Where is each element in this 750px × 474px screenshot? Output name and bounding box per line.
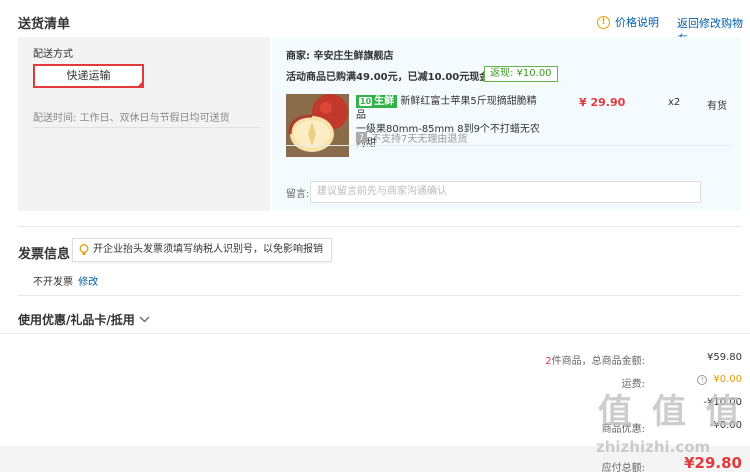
goods-count-label: 2件商品，总商品金额: [520,352,645,367]
shipping-method-label: 配送方式 [33,49,73,60]
product-price: ¥ 29.90 [579,96,626,109]
price-note-label: 价格说明 [615,16,659,29]
product-quantity: x2 [668,97,681,108]
freight-info-icon[interactable]: ! [697,374,708,385]
divider-1 [18,226,741,227]
chevron-down-icon [139,316,150,323]
store-name: 商家: 辛安庄生鲜旗舰店 [286,51,394,62]
fresh-tag-prefix: 10 [359,97,373,106]
goods-count-suffix: 件商品，总商品金额: [551,356,645,367]
store-panel: 商家: 辛安庄生鲜旗舰店 活动商品已购满49.00元，已减10.00元现金 返现… [272,37,741,211]
freight-value: ¥0.00 [713,374,742,385]
selected-corner-icon [136,80,144,88]
product-image[interactable] [286,94,349,157]
payable-value: ¥29.80 [684,454,742,472]
coupon-toggle[interactable]: 使用优惠/礼品卡/抵用 [18,311,150,328]
coupon-title: 使用优惠/礼品卡/抵用 [18,313,135,327]
express-shipping-label: 快递运输 [66,69,111,82]
section-title-invoice: 发票信息 [18,247,71,262]
return-policy-label: 不支持7天无理由退货 [371,134,468,145]
delivery-time: 配送时间: 工作日、双休日与节假日均可送货 [33,109,230,124]
freight-label: 运费: [621,379,645,390]
return-policy: 7 不支持7天无理由退货 [356,130,467,145]
return-policy-icon: 7 [356,132,367,143]
shipping-panel: 配送方式 快递运输 配送时间: 工作日、双休日与节假日均可送货 [18,37,270,211]
promo-text: 活动商品已购满49.00元，已减10.00元现金 [286,72,490,83]
product-divider [286,145,733,146]
section-title-shipping-list: 送货清单 [18,17,71,32]
message-label: 留言: [286,189,310,200]
divider-2 [18,295,741,296]
fresh-tag: 10 生鲜 [356,95,398,108]
invoice-tip-text: 开企业抬头发票须填写纳税人识别号，以免影响报销 [93,244,323,255]
watermark-url: zhizhizhi.com [596,438,711,456]
message-input[interactable]: 建议留言前先与商家沟通确认 [310,181,701,203]
fresh-tag-label: 生鲜 [374,96,395,107]
info-icon: ! [597,15,610,29]
invoice-tip: 开企业抬头发票须填写纳税人识别号，以免影响报销 [72,238,332,262]
invoice-edit-link[interactable]: 修改 [78,277,98,288]
express-shipping-button[interactable]: 快递运输 [33,64,144,88]
stock-status: 有货 [707,101,727,112]
shipping-divider [33,127,261,128]
total-goods-value: ¥59.80 [707,352,742,363]
delivery-time-label: 配送时间: [33,113,77,124]
lightbulb-icon [79,244,89,255]
divider-3 [0,333,750,334]
freight-row: ! ¥0.00 [660,374,742,385]
invoice-status: 不开发票 [33,277,73,288]
rebate-badge: 返现: ¥10.00 [484,66,558,82]
delivery-time-value: 工作日、双休日与节假日均可送货 [79,113,230,124]
price-note-link[interactable]: ! 价格说明 [597,14,659,30]
invoice-status-row: 不开发票 修改 [33,273,98,288]
watermark-logo: 值 值 值 [598,392,744,432]
apple-image-icon [286,94,349,157]
